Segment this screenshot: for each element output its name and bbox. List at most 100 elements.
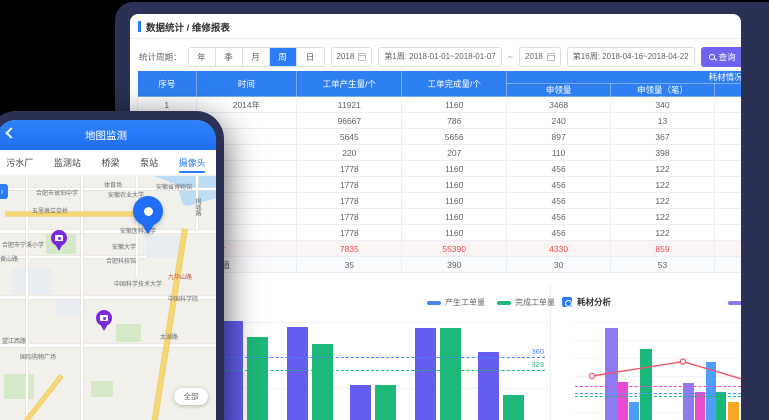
end-week-picker[interactable]: 第16周: 2018-04-16~2018-04-22 — [567, 47, 695, 67]
camera-pin[interactable] — [96, 310, 114, 334]
table-cell: 456 — [507, 161, 611, 177]
legend-swatch — [497, 301, 511, 305]
table-cell: 1160 — [402, 225, 507, 241]
table-cell: 349 — [714, 241, 741, 257]
location-pin[interactable] — [133, 196, 167, 242]
start-year-picker[interactable]: 2018 — [331, 47, 373, 67]
table-cell: 122 — [611, 161, 715, 177]
table-cell: 122 — [611, 193, 715, 209]
map-all-button[interactable]: 全部 — [174, 388, 208, 405]
page-header: 数据统计 / 维修报表 — [130, 14, 741, 39]
phone-header: 地图监测 — [0, 120, 216, 150]
table-row: 177811604561227967 — [138, 225, 742, 241]
table-cell: 30 — [507, 257, 611, 273]
bar-产生工单量 — [478, 352, 499, 420]
table-cell: 122 — [611, 225, 715, 241]
phone-tab-泵站[interactable]: 泵站 — [140, 150, 158, 175]
map-label: 合肥市琥珀中学 — [36, 188, 78, 197]
legend-swatch — [427, 301, 441, 305]
table-cell: 111 — [714, 257, 741, 273]
breadcrumb: 数据统计 / 维修报表 — [146, 20, 230, 34]
legend-item-1[interactable]: 完成工单量 — [497, 297, 555, 308]
end-year-picker[interactable]: 2018 — [519, 47, 561, 67]
legend-label: 完成工单量 — [515, 297, 555, 308]
gridline — [200, 322, 545, 323]
end-year-value: 2018 — [525, 52, 543, 61]
map-view[interactable]: › 全部 体育场安徽农业大学安徽省博物馆合肥市琥珀中学五里墩立交桥安徽医科大学合… — [0, 176, 216, 420]
table-cell: 1160 — [402, 161, 507, 177]
table-cell: 456 — [507, 225, 611, 241]
table-cell: 1778 — [297, 161, 402, 177]
start-week-picker[interactable]: 第1周: 2018-01-01~2018-01-07 — [378, 47, 501, 67]
table-cell: 1778 — [297, 177, 402, 193]
table-cell: 5645 — [297, 129, 402, 145]
table-group-header: 耗材情况 — [507, 71, 741, 84]
table-cell: 79 — [714, 193, 741, 209]
reference-line — [200, 370, 545, 371]
map-expander-tab[interactable]: › — [0, 184, 8, 199]
period-button-年[interactable]: 年 — [189, 48, 216, 66]
map-label: 合肥科技馆 — [106, 256, 136, 265]
workorder-bar-chart: 360323 — [200, 318, 545, 420]
table-cell: 1160 — [402, 209, 507, 225]
table-cell: 456 — [507, 193, 611, 209]
table-cell: 110 — [507, 145, 611, 161]
camera-pin[interactable] — [51, 230, 69, 254]
period-button-周[interactable]: 周 — [270, 48, 297, 66]
phone-tab-摄像头[interactable]: 摄像头 — [179, 150, 206, 175]
bar-完成工单量 — [247, 337, 268, 420]
table-row: 177811604561227967 — [138, 193, 742, 209]
table-row: 96667786240137690 — [138, 113, 742, 129]
end-week-value: 第16周: 2018-04-16~2018-04-22 — [573, 51, 689, 62]
trend-line — [575, 314, 741, 420]
phone-tab-桥梁[interactable]: 桥梁 — [101, 150, 119, 175]
table-cell: 13 — [611, 113, 715, 129]
bar-产生工单量 — [350, 385, 371, 420]
start-week-value: 第1周: 2018-01-01~2018-01-07 — [384, 51, 495, 62]
search-button[interactable]: 查询 — [701, 47, 741, 67]
map-label: 国际购物广场 — [20, 352, 56, 361]
table-cell: 4330 — [507, 241, 611, 257]
table-header-cell: 工单产生量/个 — [297, 71, 402, 97]
map-label: 九华山路 — [168, 272, 192, 281]
period-button-日[interactable]: 日 — [297, 48, 324, 66]
consumable-bar-line-chart: 2402001601208040 — [575, 314, 741, 420]
map-label: 五里墩立交桥 — [32, 206, 68, 215]
table-row: 12014年119211160346834070250 — [138, 97, 742, 113]
bar-产生工单量 — [287, 327, 308, 420]
table-cell: 456 — [507, 209, 611, 225]
average-row: 平均值35390305311114 — [138, 257, 742, 273]
table-cell: 11921 — [297, 97, 402, 113]
table-cell: 2014年 — [196, 97, 297, 113]
table-cell: 897 — [507, 129, 611, 145]
table-cell: 240 — [507, 113, 611, 129]
consumable-chart-header: 耗材分析 — [562, 296, 611, 308]
table-row: 177811604561227967 — [138, 209, 742, 225]
report-table: 序号时间工单产生量/个工单完成量/个耗材情况申领量申领量（笔）出库量入库量120… — [137, 70, 741, 273]
table-cell: 786 — [402, 113, 507, 129]
consumable-legend-swatch[interactable] — [728, 301, 741, 305]
table-cell: 367 — [611, 129, 715, 145]
filter-toolbar: 统计周期： 年季月周日 2018 第1周: 2018-01-01~2018-01… — [139, 46, 741, 67]
table-header-cell: 时间 — [196, 71, 297, 97]
phone-tab-监测站[interactable]: 监测站 — [54, 150, 81, 175]
range-separator: ~ — [508, 52, 513, 62]
table-cell: 3468 — [507, 97, 611, 113]
chart-legend: 产生工单量 完成工单量 — [427, 297, 555, 308]
map-label: 桐城路 — [193, 198, 202, 216]
reference-line-label: 323 — [531, 360, 544, 369]
calendar-icon — [358, 53, 366, 61]
table-header-cell: 工单完成量/个 — [402, 71, 507, 97]
phone-screen: 地图监测 污水厂监测站桥梁泵站摄像头 › — [0, 120, 216, 420]
table-cell: 859 — [611, 241, 715, 257]
table-subheader-cell: 申领量（笔） — [611, 84, 715, 97]
table-cell: 1160 — [402, 177, 507, 193]
phone-tab-污水厂[interactable]: 污水厂 — [6, 150, 33, 175]
table-cell: 55390 — [402, 241, 507, 257]
phone-tab-bar: 污水厂监测站桥梁泵站摄像头 — [0, 150, 216, 176]
period-button-月[interactable]: 月 — [243, 48, 270, 66]
back-icon[interactable] — [5, 127, 16, 138]
table-cell: 340 — [611, 97, 715, 113]
period-button-季[interactable]: 季 — [216, 48, 243, 66]
legend-item-0[interactable]: 产生工单量 — [427, 297, 485, 308]
